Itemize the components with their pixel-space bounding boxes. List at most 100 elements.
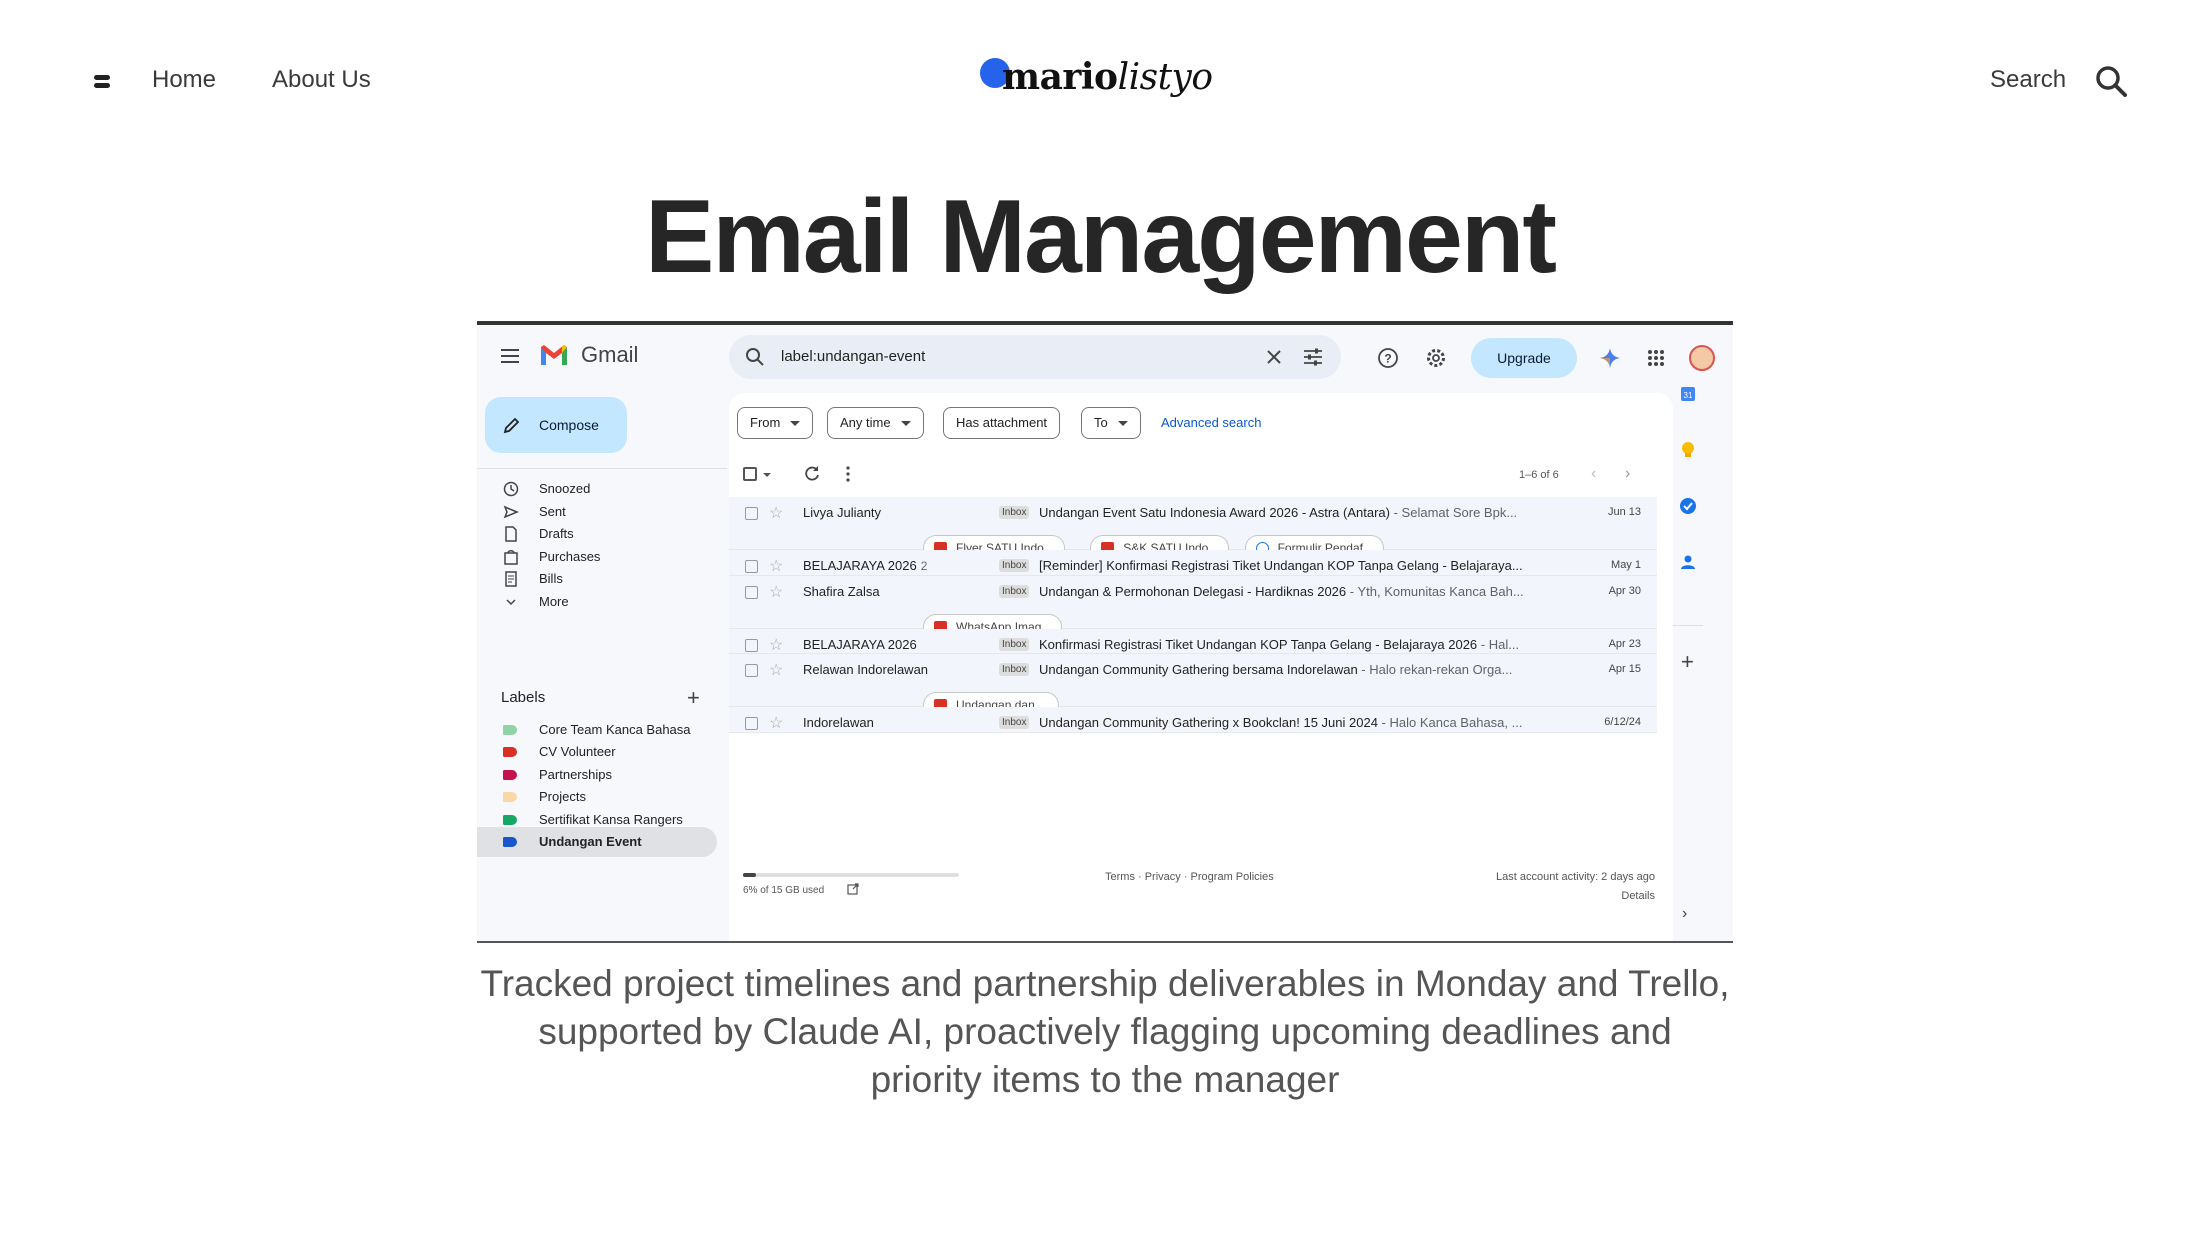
clear-icon[interactable] bbox=[1265, 348, 1283, 366]
inbox-badge: Inbox bbox=[999, 506, 1030, 519]
clock-icon bbox=[503, 481, 519, 497]
email-row[interactable]: ☆ BELAJARAYA 2026 Inbox Konfirmasi Registra… bbox=[729, 628, 1657, 655]
inbox-badge: Inbox bbox=[999, 663, 1030, 676]
star-icon[interactable]: ☆ bbox=[769, 582, 783, 602]
label-tag-icon bbox=[503, 725, 517, 735]
email-row[interactable]: ☆ Relawan Indorelawan Inbox Undangan Commun… bbox=[729, 654, 1657, 718]
star-icon[interactable]: ☆ bbox=[769, 635, 783, 655]
gmail-window: Gmail ? bbox=[477, 325, 1733, 941]
search-icon[interactable] bbox=[2094, 64, 2128, 98]
email-snippet: - Hal... bbox=[1477, 636, 1520, 652]
site-logo[interactable]: mariolistyo bbox=[980, 52, 1220, 108]
details-link[interactable]: Details bbox=[1621, 890, 1655, 902]
star-icon[interactable]: ☆ bbox=[769, 556, 783, 576]
sidebar-divider bbox=[477, 468, 727, 469]
label-tag-icon bbox=[503, 769, 517, 780]
select-all-checkbox[interactable] bbox=[743, 467, 757, 481]
search-icon[interactable] bbox=[745, 347, 765, 367]
add-label-icon[interactable]: + bbox=[687, 687, 700, 709]
email-sender: Shafira Zalsa bbox=[803, 583, 880, 599]
email-checkbox[interactable] bbox=[745, 717, 758, 730]
upgrade-button[interactable]: Upgrade bbox=[1471, 338, 1577, 378]
help-icon[interactable]: ? bbox=[1377, 347, 1399, 369]
email-subject: [Reminder] Konfirmasi Registrasi Tiket U… bbox=[1039, 558, 1523, 573]
gmail-menu-icon[interactable] bbox=[501, 349, 519, 363]
sidebar-item-label: Bills bbox=[539, 571, 563, 586]
pencil-icon bbox=[503, 417, 520, 434]
filter-to-chip[interactable]: To bbox=[1081, 407, 1141, 439]
gemini-icon[interactable] bbox=[1599, 347, 1621, 369]
email-subject: Undangan Community Gathering x Bookclan!… bbox=[1039, 715, 1523, 730]
email-row[interactable]: ☆ Indorelawan Inbox Undangan Community Gath… bbox=[729, 707, 1657, 733]
label-name: Undangan Event bbox=[539, 834, 642, 849]
gmail-search-bar[interactable] bbox=[729, 335, 1341, 379]
menu-icon[interactable] bbox=[94, 75, 110, 89]
sidebar-item-label: Purchases bbox=[539, 548, 601, 564]
sidebar-item-more[interactable]: More bbox=[477, 587, 717, 617]
email-date: May 1 bbox=[1611, 559, 1641, 571]
star-icon[interactable]: ☆ bbox=[769, 713, 783, 733]
email-row[interactable]: ☆ Livya Julianty Inbox Undangan Event Satu … bbox=[729, 497, 1657, 561]
expand-panel-icon[interactable]: › bbox=[1682, 905, 1687, 923]
labels-heading: Labels bbox=[501, 689, 546, 706]
label-name: Core Team Kanca Bahasa bbox=[539, 722, 691, 737]
advanced-search-link[interactable]: Advanced search bbox=[1161, 415, 1261, 430]
send-icon bbox=[503, 505, 519, 518]
calendar-icon[interactable]: 31 bbox=[1677, 383, 1699, 405]
label-name: Partnerships bbox=[539, 766, 612, 782]
email-date: Apr 23 bbox=[1608, 637, 1641, 650]
apps-grid-icon[interactable] bbox=[1647, 349, 1665, 367]
prev-page-icon[interactable]: ‹ bbox=[1591, 465, 1596, 483]
email-checkbox[interactable] bbox=[745, 507, 758, 520]
open-external-icon[interactable] bbox=[847, 883, 859, 895]
search-label[interactable]: Search bbox=[1990, 66, 2066, 94]
chevron-down-icon bbox=[900, 421, 911, 427]
email-row[interactable]: ☆ BELAJARAYA 2026 2 Inbox [Reminder] Konfirm… bbox=[729, 550, 1657, 576]
contacts-icon[interactable] bbox=[1677, 551, 1699, 573]
compose-button[interactable]: Compose bbox=[485, 397, 627, 453]
email-checkbox[interactable] bbox=[745, 638, 758, 652]
add-addon-icon[interactable]: + bbox=[1681, 651, 1694, 673]
email-checkbox[interactable] bbox=[745, 560, 758, 573]
filter-has-attachment-chip[interactable]: Has attachment bbox=[943, 407, 1061, 439]
chevron-down-icon bbox=[506, 598, 516, 605]
email-date: 6/12/24 bbox=[1604, 716, 1641, 728]
email-subject: Undangan & Permohonan Delegasi - Hardikn… bbox=[1039, 583, 1524, 599]
chevron-down-icon bbox=[790, 421, 801, 427]
svg-text:31: 31 bbox=[1684, 391, 1693, 400]
email-date: Jun 13 bbox=[1607, 506, 1641, 518]
star-icon[interactable]: ☆ bbox=[769, 660, 783, 680]
last-activity-text: Last account activity: 2 days ago bbox=[1496, 871, 1655, 883]
email-date: Apr 30 bbox=[1608, 584, 1641, 597]
thread-count: 2 bbox=[920, 559, 928, 573]
footer-links[interactable]: Terms · Privacy · Program Policies bbox=[1105, 871, 1274, 883]
filter-from-chip[interactable]: From bbox=[737, 407, 814, 439]
star-icon[interactable]: ☆ bbox=[769, 503, 783, 523]
email-subject: Undangan Community Gathering bersama Ind… bbox=[1039, 662, 1513, 677]
email-snippet: - Selamat Sore Bpk... bbox=[1390, 505, 1518, 520]
email-sender: Livya Julianty bbox=[803, 505, 882, 520]
keep-icon[interactable] bbox=[1677, 439, 1699, 461]
next-page-icon[interactable]: › bbox=[1625, 465, 1630, 483]
refresh-icon[interactable] bbox=[803, 465, 821, 483]
label-item[interactable]: Undangan Event bbox=[477, 827, 717, 857]
storage-bar-fill bbox=[743, 873, 756, 877]
label-name: Projects bbox=[539, 789, 586, 805]
filter-any-time-chip[interactable]: Any time bbox=[827, 407, 924, 439]
gmail-screenshot: Gmail ? bbox=[477, 321, 1733, 943]
nav-about-link[interactable]: About Us bbox=[272, 66, 371, 94]
email-row[interactable]: ☆ Shafira Zalsa Inbox Undangan & Permohonan… bbox=[729, 575, 1657, 640]
email-snippet: - Halo rekan-rekan Orga... bbox=[1357, 662, 1513, 677]
settings-icon[interactable] bbox=[1425, 347, 1447, 369]
more-vert-icon[interactable] bbox=[845, 465, 851, 483]
tasks-icon[interactable] bbox=[1677, 495, 1699, 517]
email-sender: Indorelawan bbox=[803, 715, 874, 730]
gmail-search-input[interactable] bbox=[781, 348, 1221, 365]
select-menu-caret-icon[interactable] bbox=[763, 473, 771, 477]
email-checkbox[interactable] bbox=[745, 664, 758, 677]
search-options-icon[interactable] bbox=[1303, 348, 1323, 366]
nav-home-link[interactable]: Home bbox=[152, 66, 216, 94]
bills-icon bbox=[505, 571, 517, 587]
account-avatar[interactable] bbox=[1689, 345, 1715, 371]
email-checkbox[interactable] bbox=[745, 585, 758, 599]
